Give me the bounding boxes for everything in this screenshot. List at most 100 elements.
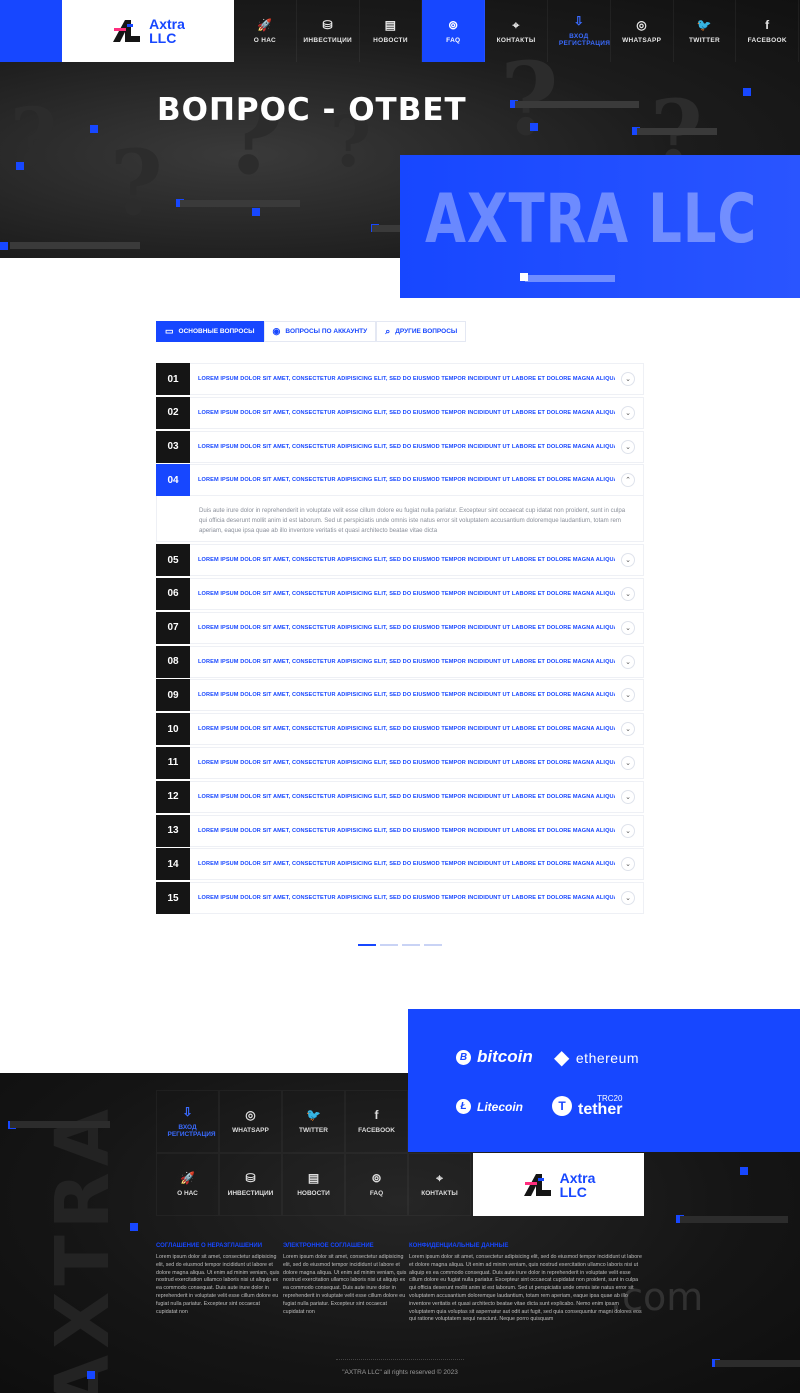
chevron-down-icon[interactable]: ⌄ <box>621 789 635 804</box>
chevron-down-icon[interactable]: ⌄ <box>621 586 635 601</box>
faq-question[interactable]: LOREM IPSUM DOLOR SIT AMET, CONSECTETUR … <box>190 398 615 428</box>
faq-question[interactable]: LOREM IPSUM DOLOR SIT AMET, CONSECTETUR … <box>190 782 615 812</box>
faq-item[interactable]: 05 LOREM IPSUM DOLOR SIT AMET, CONSECTETU… <box>156 544 644 577</box>
faq-item[interactable]: 07 LOREM IPSUM DOLOR SIT AMET, CONSECTETU… <box>156 611 644 644</box>
pager-dot-2[interactable] <box>380 944 398 946</box>
faq-number: 09 <box>156 679 190 712</box>
footer-nav-news[interactable]: ▤ НОВОСТИ <box>282 1153 345 1216</box>
pager-dot-4[interactable] <box>424 944 442 946</box>
lifebuoy-icon: ⊚ <box>448 17 459 32</box>
footer-nav-investments[interactable]: ⛁ ИНВЕСТИЦИИ <box>219 1153 282 1216</box>
logo-mark-icon <box>523 1173 551 1196</box>
nav-item-news[interactable]: ▤ НОВОСТИ <box>360 0 423 62</box>
faq-question[interactable]: LOREM IPSUM DOLOR SIT AMET, CONSECTETUR … <box>190 647 615 677</box>
faq-item[interactable]: 12 LOREM IPSUM DOLOR SIT AMET, CONSECTETU… <box>156 780 644 813</box>
faq-question[interactable]: LOREM IPSUM DOLOR SIT AMET, CONSECTETUR … <box>190 816 615 846</box>
faq-question[interactable]: LOREM IPSUM DOLOR SIT AMET, CONSECTETUR … <box>190 849 615 879</box>
footer-logo[interactable]: Axtra LLC <box>473 1153 644 1216</box>
footer-nav-facebook[interactable]: f FACEBOOK <box>345 1090 408 1153</box>
pager-dot-3[interactable] <box>402 944 420 946</box>
faq-question[interactable]: LOREM IPSUM DOLOR SIT AMET, CONSECTETUR … <box>190 545 615 575</box>
faq-question[interactable]: LOREM IPSUM DOLOR SIT AMET, CONSECTETUR … <box>190 883 615 913</box>
nav-item-facebook[interactable]: f FACEBOOK <box>736 0 800 62</box>
login-icon: ⇩ <box>573 14 585 28</box>
news-icon: ▤ <box>384 17 397 32</box>
faq-number: 13 <box>156 814 190 847</box>
nav-item-investments[interactable]: ⛁ ИНВЕСТИЦИИ <box>297 0 360 62</box>
footer-col-title[interactable]: СОГЛАШЕНИЕ О НЕРАЗГЛАШЕНИИ <box>156 1243 280 1249</box>
footer-nav-login[interactable]: ⇩ ВХОД РЕГИСТРАЦИЯ <box>156 1090 219 1153</box>
crypto-litecoin: Ł Litecoin <box>456 1099 523 1114</box>
faq-tabs: ▭ ОСНОВНЫЕ ВОПРОСЫ ◉ ВОПРОСЫ ПО АККАУНТУ… <box>156 321 467 342</box>
nav-item-contacts[interactable]: ⌖ КОНТАКТЫ <box>485 0 548 62</box>
rocket-icon: 🚀 <box>180 1171 195 1185</box>
footer-nav-faq[interactable]: ⊚ FAQ <box>345 1153 408 1216</box>
faq-item[interactable]: 15 LOREM IPSUM DOLOR SIT AMET, CONSECTETU… <box>156 882 644 915</box>
nav-item-whatsapp[interactable]: ◎ WHATSAPP <box>611 0 674 62</box>
faq-item[interactable]: 08 LOREM IPSUM DOLOR SIT AMET, CONSECTETU… <box>156 645 644 678</box>
faq-number: 11 <box>156 746 190 779</box>
tab-other-questions[interactable]: ⌕ ДРУГИЕ ВОПРОСЫ <box>376 321 467 342</box>
faq-question[interactable]: LOREM IPSUM DOLOR SIT AMET, CONSECTETUR … <box>190 680 615 710</box>
faq-item[interactable]: 01 LOREM IPSUM DOLOR SIT AMET, CONSECTETU… <box>156 363 644 395</box>
facebook-icon: f <box>765 17 770 32</box>
nav-item-login[interactable]: ⇩ ВХОД РЕГИСТРАЦИЯ <box>548 0 611 62</box>
chevron-down-icon[interactable]: ⌄ <box>621 620 635 635</box>
faq-item[interactable]: 10 LOREM IPSUM DOLOR SIT AMET, CONSECTETU… <box>156 713 644 746</box>
tab-account-questions[interactable]: ◉ ВОПРОСЫ ПО АККАУНТУ <box>263 321 377 342</box>
footer-nav-whatsapp[interactable]: ◎ WHATSAPP <box>219 1090 282 1153</box>
faq-item[interactable]: 04 LOREM IPSUM DOLOR SIT AMET, CONSECTETU… <box>156 464 644 497</box>
faq-number: 05 <box>156 544 190 577</box>
coins-icon: ⛁ <box>245 1171 256 1185</box>
footer-col-title[interactable]: КОНФИДЕНЦИАЛЬНЫЕ ДАННЫЕ <box>409 1243 644 1249</box>
chevron-down-icon[interactable]: ⌄ <box>621 405 635 420</box>
whatsapp-icon: ◎ <box>245 1108 256 1122</box>
faq-item[interactable]: 06 LOREM IPSUM DOLOR SIT AMET, CONSECTETU… <box>156 577 644 610</box>
faq-item[interactable]: 13 LOREM IPSUM DOLOR SIT AMET, CONSECTETU… <box>156 814 644 847</box>
chat-icon: ▭ <box>165 326 174 336</box>
coins-icon: ⛁ <box>322 17 333 32</box>
chevron-down-icon[interactable]: ⌄ <box>621 857 635 872</box>
faq-question[interactable]: LOREM IPSUM DOLOR SIT AMET, CONSECTETUR … <box>190 364 615 394</box>
footer-col-title[interactable]: ЭЛЕКТРОННОЕ СОГЛАШЕНИЕ <box>283 1243 407 1249</box>
faq-question[interactable]: LOREM IPSUM DOLOR SIT AMET, CONSECTETUR … <box>190 714 615 744</box>
footer-nav-contacts[interactable]: ⌖ КОНТАКТЫ <box>408 1153 471 1216</box>
faq-question[interactable]: LOREM IPSUM DOLOR SIT AMET, CONSECTETUR … <box>190 579 615 609</box>
faq-question[interactable]: LOREM IPSUM DOLOR SIT AMET, CONSECTETUR … <box>190 748 615 778</box>
faq-question[interactable]: LOREM IPSUM DOLOR SIT AMET, CONSECTETUR … <box>190 432 615 462</box>
chevron-down-icon[interactable]: ⌄ <box>621 688 635 703</box>
nav-item-about[interactable]: 🚀 О НАС <box>234 0 297 62</box>
chevron-down-icon[interactable]: ⌄ <box>621 891 635 906</box>
faq-pagination <box>358 944 442 946</box>
chevron-down-icon[interactable]: ⌄ <box>621 755 635 770</box>
main-nav: 🚀 О НАС ⛁ ИНВЕСТИЦИИ ▤ НОВОСТИ ⊚ FAQ ⌖ К… <box>234 0 800 62</box>
chevron-down-icon[interactable]: ⌄ <box>621 372 635 386</box>
nav-item-twitter[interactable]: 🐦 TWITTER <box>674 0 737 62</box>
footer-nav-about[interactable]: 🚀 О НАС <box>156 1153 219 1216</box>
faq-question[interactable]: LOREM IPSUM DOLOR SIT AMET, CONSECTETUR … <box>190 613 615 643</box>
faq-item[interactable]: 11 LOREM IPSUM DOLOR SIT AMET, CONSECTETU… <box>156 746 644 779</box>
faq-number: 12 <box>156 780 190 813</box>
faq-item[interactable]: 14 LOREM IPSUM DOLOR SIT AMET, CONSECTETU… <box>156 848 644 881</box>
header-logo[interactable]: Axtra LLC <box>62 0 234 62</box>
chevron-down-icon[interactable]: ⌄ <box>621 823 635 838</box>
location-icon: ⌖ <box>512 17 520 32</box>
decor-bar <box>180 200 300 207</box>
nav-item-faq[interactable]: ⊚ FAQ <box>422 0 486 62</box>
tab-general-questions[interactable]: ▭ ОСНОВНЫЕ ВОПРОСЫ <box>156 321 264 342</box>
chevron-down-icon[interactable]: ⌄ <box>621 553 635 568</box>
faq-item[interactable]: 02 LOREM IPSUM DOLOR SIT AMET, CONSECTETU… <box>156 396 644 429</box>
twitter-icon: 🐦 <box>696 17 713 32</box>
faq-number: 15 <box>156 882 190 915</box>
footer-nav-twitter[interactable]: 🐦 TWITTER <box>282 1090 345 1153</box>
decor-bar <box>525 275 615 282</box>
faq-question[interactable]: LOREM IPSUM DOLOR SIT AMET, CONSECTETUR … <box>190 465 615 495</box>
chevron-down-icon[interactable]: ⌄ <box>621 439 635 454</box>
chevron-down-icon[interactable]: ⌄ <box>621 654 635 669</box>
faq-item[interactable]: 03 LOREM IPSUM DOLOR SIT AMET, CONSECTETU… <box>156 430 644 463</box>
footer-col-text: Lorem ipsum dolor sit amet, consectetur … <box>283 1254 407 1315</box>
chevron-up-icon[interactable]: ⌃ <box>621 473 635 488</box>
pager-dot-1[interactable] <box>358 944 376 946</box>
faq-item[interactable]: 09 LOREM IPSUM DOLOR SIT AMET, CONSECTETU… <box>156 679 644 712</box>
chevron-down-icon[interactable]: ⌄ <box>621 722 635 737</box>
